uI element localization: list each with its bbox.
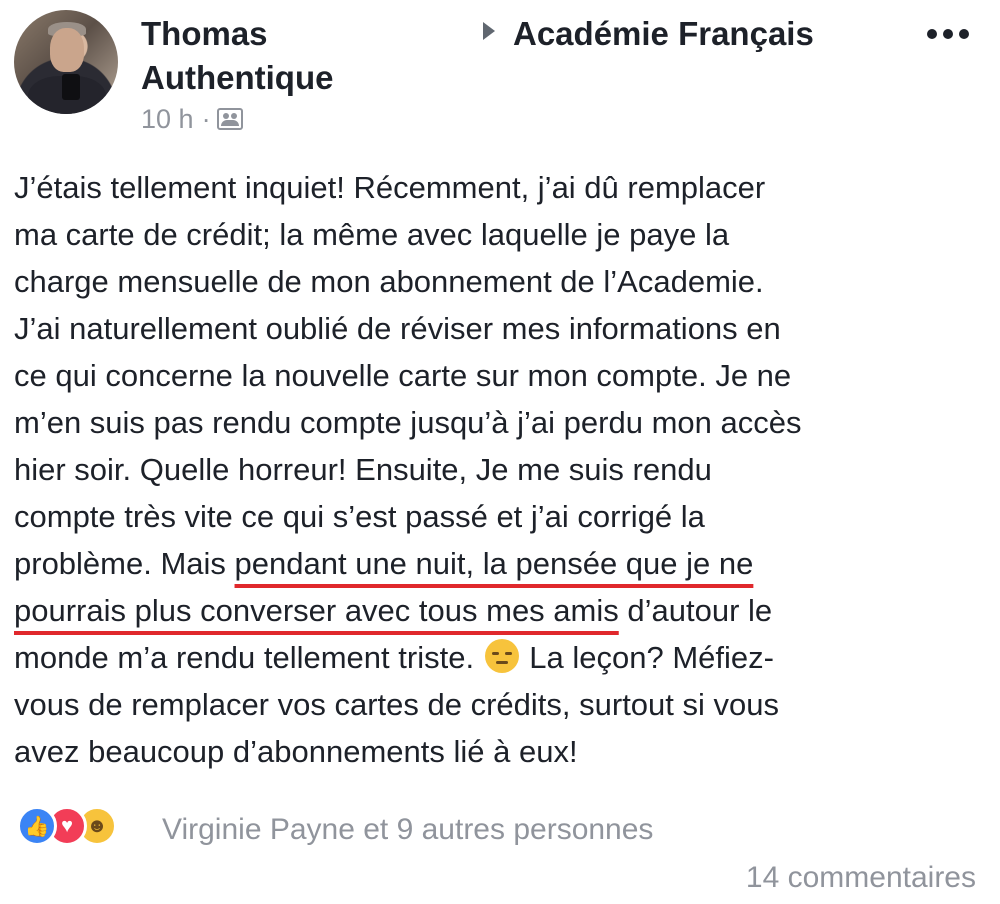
group-name[interactable]: Académie Français [513, 12, 814, 56]
more-dot [943, 29, 953, 39]
reactions-text[interactable]: Virginie Payne et 9 autres personnes [162, 810, 653, 850]
comments-count[interactable]: 14 commentaires [746, 858, 976, 898]
post-text: La leçon? Méfiez- [520, 640, 774, 675]
post-text: d’autour le [618, 593, 773, 628]
post-line: J’étais tellement inquiet! Récemment, j’… [14, 170, 766, 205]
author-avatar[interactable] [14, 10, 118, 114]
reactions-summary[interactable]: 👍 ♥ ☻ [17, 806, 117, 846]
meta-separator: · [201, 104, 211, 134]
post-line: J’ai naturellement oublié de réviser mes… [14, 311, 781, 346]
like-icon: 👍 [17, 806, 57, 846]
highlighted-text: pourrais plus converser avec tous mes am… [14, 593, 619, 628]
post-line: ce qui concerne la nouvelle carte sur mo… [14, 358, 792, 393]
post-timestamp[interactable]: 10 h [141, 102, 194, 136]
post-line: ma carte de crédit; la même avec laquell… [14, 217, 730, 252]
avatar-phone [62, 74, 80, 100]
avatar-face [50, 28, 84, 72]
more-dot [959, 29, 969, 39]
triangle-right-icon [483, 22, 495, 40]
post-line: vous de remplacer vos cartes de crédits,… [14, 687, 779, 722]
more-options-icon[interactable] [927, 22, 975, 46]
post-line: m’en suis pas rendu compte jusqu’à j’ai … [14, 405, 802, 440]
post-meta: 10 h · [141, 102, 243, 136]
post-line: avez beaucoup d’abonnements lié à eux! [14, 734, 578, 769]
group-audience-icon[interactable] [216, 108, 243, 130]
post-line: problème. Mais pendant une nuit, la pens… [14, 540, 989, 587]
pensive-face-emoji [484, 639, 519, 673]
highlighted-text: pendant une nuit, la pensée que je ne [234, 546, 754, 581]
post-text: problème. Mais [14, 546, 235, 581]
post-line: hier soir. Quelle horreur! Ensuite, Je m… [14, 452, 712, 487]
author-name[interactable]: Thomas Authentique [141, 12, 401, 100]
post-line: monde m’a rendu tellement triste. La leç… [14, 634, 989, 681]
post-line: pourrais plus converser avec tous mes am… [14, 587, 989, 634]
post-body: J’étais tellement inquiet! Récemment, j’… [14, 164, 989, 775]
post-text: monde m’a rendu tellement triste. [14, 640, 483, 675]
post-line: compte très vite ce qui s’est passé et j… [14, 499, 705, 534]
more-dot [927, 29, 937, 39]
post-line: charge mensuelle de mon abonnement de l’… [14, 264, 764, 299]
